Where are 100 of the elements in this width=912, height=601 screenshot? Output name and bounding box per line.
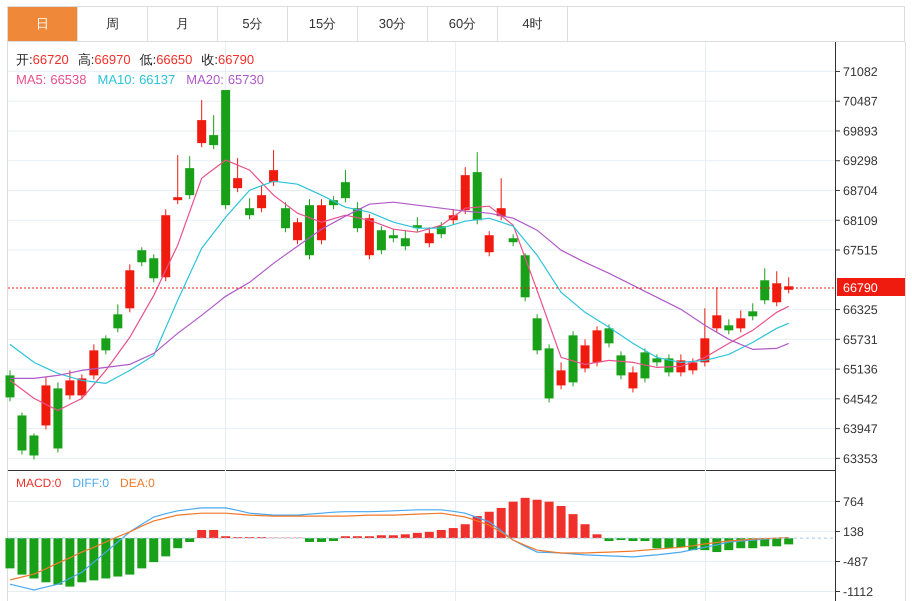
current-price-tag: 66790: [837, 278, 905, 296]
candlestick: [257, 184, 266, 213]
candlestick: [532, 314, 542, 355]
candlestick: [101, 334, 110, 355]
candlestick: [185, 156, 194, 200]
price-axis-label: 68109: [843, 214, 878, 228]
price-axis-label: 63947: [843, 422, 878, 436]
candlestick: [305, 198, 314, 260]
candlestick: [316, 198, 326, 245]
price-axis-label: 65731: [843, 332, 878, 347]
candlestick: [352, 202, 362, 233]
candlestick: [125, 264, 134, 313]
candlestick: [760, 268, 770, 305]
candlestick: [652, 354, 662, 367]
quote-value: 66790: [218, 51, 254, 69]
candlestick: [496, 178, 506, 221]
candlestick: [544, 344, 554, 403]
candlestick: [664, 354, 674, 377]
price-axis-label: 69893: [843, 124, 878, 138]
moving-average-name: MA10:: [98, 71, 136, 89]
candlestick: [233, 158, 242, 193]
quote-value: 66650: [156, 51, 192, 69]
candlestick: [173, 154, 182, 205]
quote-label: 收:: [201, 51, 218, 69]
candlestick: [592, 326, 602, 367]
candlestick: [77, 374, 86, 400]
candlestick: [197, 100, 206, 148]
tick-mark: [834, 428, 840, 430]
candlestick: [149, 254, 158, 283]
candlestick: [748, 302, 758, 321]
macd-legend-value: 0: [148, 475, 155, 492]
moving-average-name: MA20:: [186, 71, 224, 89]
candlestick: [29, 432, 38, 460]
tick-mark: [834, 100, 840, 102]
price-axis-label: 65136: [843, 362, 878, 377]
macd-axis-label: 764: [843, 494, 864, 509]
candlestick: [628, 366, 638, 393]
candlestick: [400, 230, 410, 251]
candlestick: [724, 318, 734, 335]
macd-legend-name: DIFF:: [72, 475, 102, 492]
macd-legend-value: 0: [54, 475, 62, 492]
candlestick: [364, 214, 374, 260]
macd-legend-name: DEA:: [120, 475, 148, 492]
price-axis-label: 63353: [843, 452, 878, 466]
tick-mark: [834, 220, 840, 221]
tick-mark: [834, 309, 840, 310]
macd-axis-label: -1112: [843, 585, 874, 599]
quote-label: 开:: [16, 51, 33, 69]
candlestick: [520, 252, 530, 302]
candlestick: [736, 310, 746, 333]
tick-mark: [834, 561, 840, 562]
candlestick: [640, 348, 650, 383]
tick-mark: [834, 458, 840, 459]
tick-mark: [834, 531, 840, 532]
candlestick: [388, 228, 398, 243]
candlestick: [269, 150, 278, 187]
quote-value: 66720: [32, 51, 69, 69]
tick-mark: [834, 130, 840, 132]
candlestick: [784, 276, 794, 294]
candlestick: [568, 330, 578, 387]
tick-mark: [834, 398, 840, 400]
candlestick: [65, 370, 74, 400]
tick-mark: [834, 190, 840, 191]
tick-mark: [834, 160, 840, 162]
candlestick: [436, 222, 446, 239]
quote-label: 低:: [140, 51, 156, 69]
tick-mark: [834, 500, 840, 502]
price-axis-label: 67515: [843, 244, 878, 258]
candlestick: [328, 196, 338, 210]
candlestick: [89, 344, 98, 380]
candlestick: [53, 382, 62, 453]
quote-value: 66970: [94, 51, 131, 69]
tick-mark: [834, 368, 840, 370]
tick-mark: [834, 591, 840, 592]
candlestick: [412, 216, 422, 233]
candlestick: [676, 354, 686, 377]
candlestick: [460, 166, 470, 215]
macd-axis-label: 138: [843, 525, 864, 540]
macd-legend-name: MACD:: [16, 475, 55, 492]
moving-average-value: 65730: [228, 71, 264, 89]
candlestick: [281, 202, 290, 233]
candlestick: [700, 308, 710, 367]
price-axis-label: 71082: [843, 64, 878, 79]
moving-average-value: 66137: [139, 71, 176, 89]
candlestick: [137, 246, 146, 267]
candlestick: [6, 370, 14, 402]
candlestick: [41, 376, 50, 430]
candlestick: [556, 362, 566, 390]
candlestick: [245, 198, 254, 220]
candlestick: [580, 338, 590, 373]
candlestick: [772, 270, 782, 307]
candlestick: [209, 114, 218, 150]
candlestick: [712, 286, 722, 333]
candlestick: [424, 226, 434, 248]
macd-axis-label: -487: [843, 555, 868, 569]
candlestick: [17, 412, 26, 455]
candlestick: [376, 226, 386, 255]
price-axis-label: 66325: [843, 303, 878, 318]
macd-legend-value: 0: [102, 475, 110, 492]
moving-average-value: 66538: [50, 71, 86, 89]
